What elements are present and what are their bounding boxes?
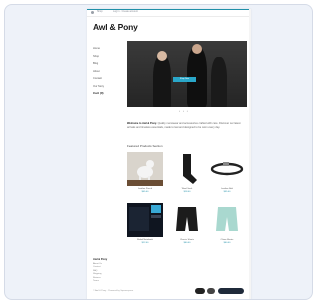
- nav-item-story[interactable]: Our Story: [93, 83, 123, 91]
- belt-icon: [210, 162, 244, 176]
- footer-link[interactable]: Terms: [93, 280, 153, 283]
- hero-banner: Shop Now: [127, 41, 247, 107]
- menu-icon[interactable]: [91, 11, 94, 14]
- intro-lead: Welcome to Awl & Pony.: [127, 122, 157, 125]
- hero-person-left-head: [157, 51, 167, 61]
- nav-item-contact[interactable]: Contact: [93, 75, 123, 83]
- hero-person-left: [153, 55, 171, 107]
- shorts-icon: [176, 207, 198, 231]
- shop-now-button[interactable]: Shop Now: [173, 77, 196, 82]
- carousel-dots[interactable]: • • •: [179, 109, 189, 113]
- sock-icon: [183, 154, 197, 184]
- chat-button[interactable]: [218, 288, 244, 294]
- accent-line: [87, 9, 251, 10]
- product-card-3[interactable]: Leather Belt $55.00: [209, 152, 245, 194]
- nav-item-about[interactable]: About: [93, 68, 123, 76]
- nav-item-home[interactable]: Home: [93, 45, 123, 53]
- sidebar-nav: Home Shop Blog About Contact Our Story C…: [93, 45, 123, 95]
- scrollbar[interactable]: [249, 9, 251, 299]
- product-price-4: $12.00: [141, 241, 149, 244]
- hero-person-center-head: [192, 44, 202, 54]
- footer-heading: Awl & Pony: [93, 258, 108, 261]
- product-image-5[interactable]: [169, 203, 205, 237]
- nav-item-shop[interactable]: Shop: [93, 53, 123, 61]
- hero-person-right: [211, 57, 227, 107]
- product-price-5: $60.00: [183, 241, 191, 244]
- browser-frame: Shop Log in · Create account Awl & Pony …: [4, 4, 313, 300]
- product-card-1[interactable]: Leather Pouch $45.00: [127, 152, 163, 194]
- cart-link[interactable]: Cart (0): [93, 90, 104, 98]
- product-price-3: $55.00: [223, 190, 231, 193]
- featured-title: Featured Products Section: [127, 144, 163, 148]
- web-page: Shop Log in · Create account Awl & Pony …: [87, 9, 251, 299]
- topbar-left-link[interactable]: Shop: [97, 10, 103, 13]
- product-image-4[interactable]: [127, 203, 163, 237]
- product-price-6: $60.00: [223, 241, 231, 244]
- product-image-6[interactable]: [209, 203, 245, 237]
- top-bar: Shop Log in · Create account: [87, 9, 251, 17]
- product-card-5[interactable]: Classic Shorts $60.00: [169, 203, 205, 245]
- intro-text: Welcome to Awl & Pony. Quality menswear …: [127, 122, 247, 130]
- product-image-1[interactable]: [127, 152, 163, 186]
- product-image-2[interactable]: [169, 152, 205, 186]
- product-card-2[interactable]: Wool Sock $18.00: [169, 152, 205, 194]
- shorts-icon: [216, 207, 238, 231]
- copyright: © Awl & Pony · Powered by Squarespace: [93, 290, 134, 292]
- product-price-2: $18.00: [183, 190, 191, 193]
- product-card-4[interactable]: Ruled Notebook $12.00: [127, 203, 163, 245]
- site-brand[interactable]: Awl & Pony: [93, 22, 138, 32]
- payment-badge-icon: [195, 288, 205, 294]
- payment-badge-icon: [207, 288, 215, 294]
- dog-figurine-icon: [127, 152, 163, 186]
- product-price-1: $45.00: [141, 190, 149, 193]
- topbar-account-links[interactable]: Log in · Create account: [113, 10, 138, 13]
- product-image-3[interactable]: [209, 152, 245, 186]
- nav-item-blog[interactable]: Blog: [93, 60, 123, 68]
- notebook-icon: [127, 203, 163, 237]
- footer: Awl & Pony About Us Contact FAQ Shipping…: [93, 258, 153, 283]
- product-card-6[interactable]: Chino Shorts $60.00: [209, 203, 245, 245]
